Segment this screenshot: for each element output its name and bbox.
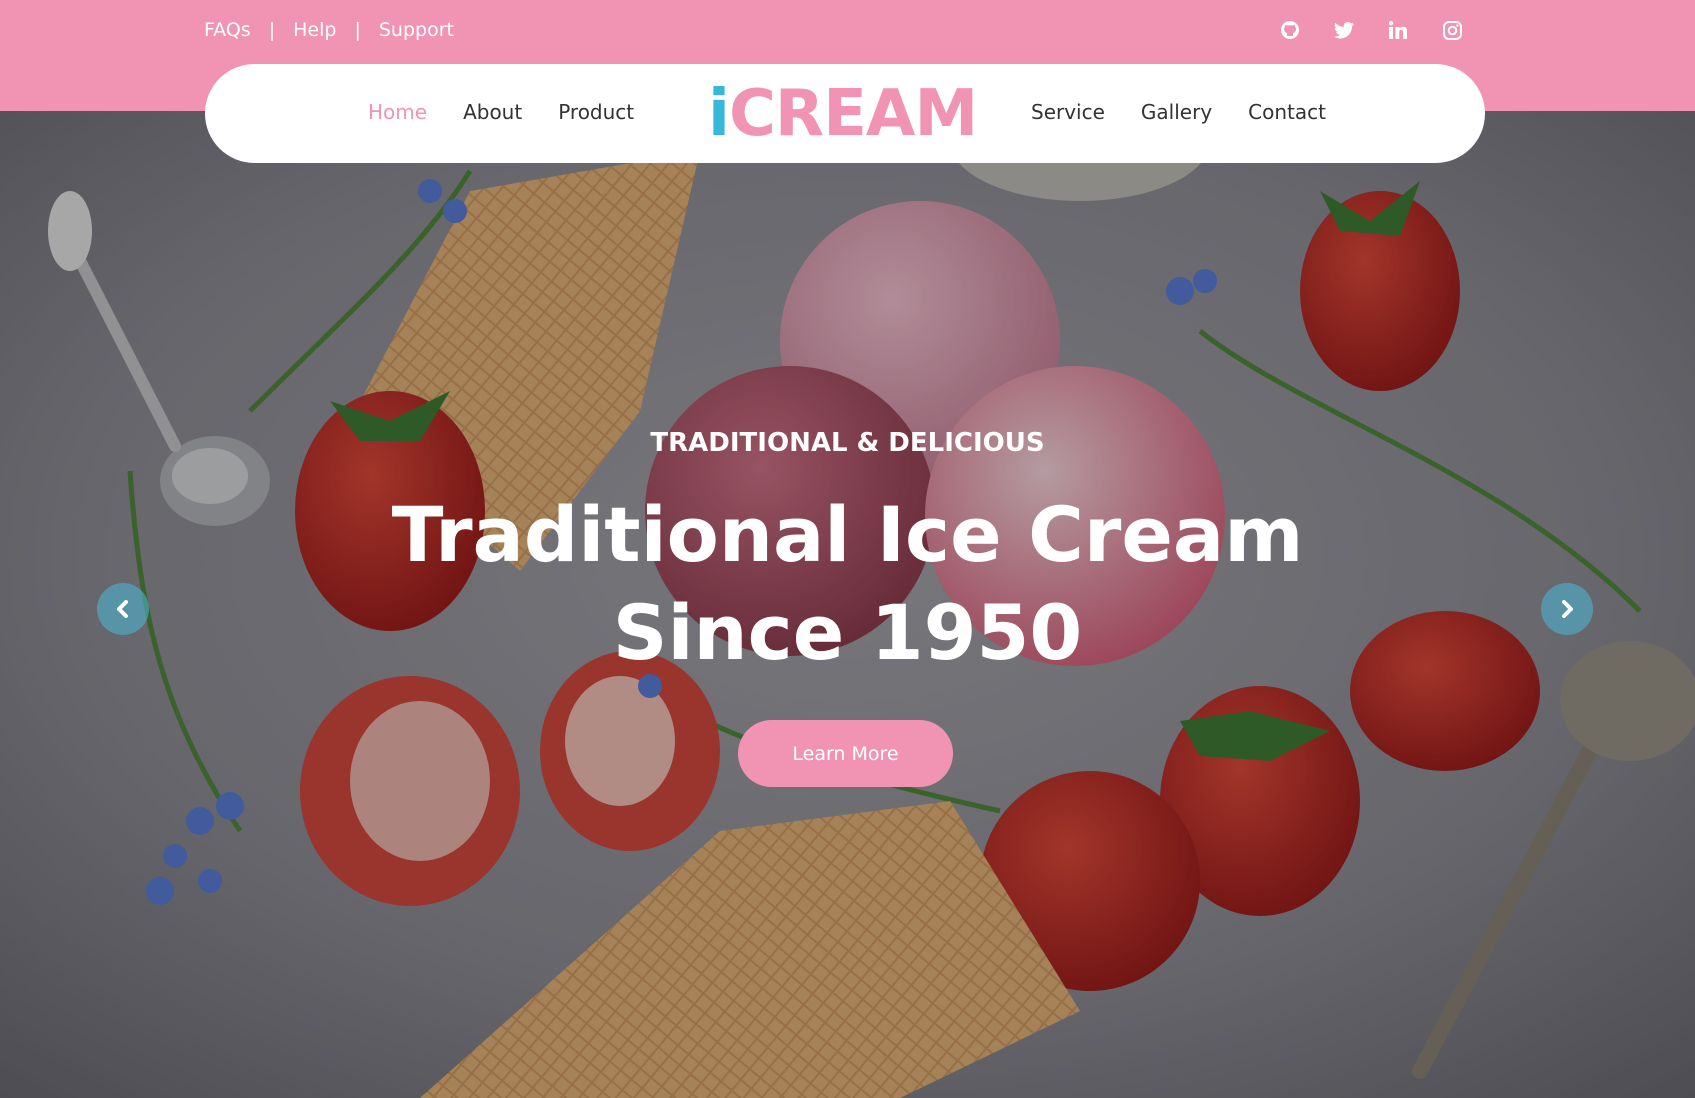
nav-item-home[interactable]: Home <box>368 100 427 124</box>
brand-logo[interactable]: iCREAM <box>708 74 978 154</box>
hero-headline: Traditional Ice Cream Since 1950 <box>0 486 1695 682</box>
nav-right-group: Service Gallery Contact <box>1031 100 1326 124</box>
nav-item-gallery[interactable]: Gallery <box>1141 100 1212 124</box>
faqs-link[interactable]: FAQs <box>204 19 251 41</box>
nav-item-about[interactable]: About <box>463 100 522 124</box>
instagram-icon[interactable] <box>1442 17 1462 43</box>
social-links <box>1280 17 1462 43</box>
hero-carousel: TRADITIONAL & DELICIOUS Traditional Ice … <box>0 111 1695 1098</box>
logo-letter-i: i <box>708 77 730 151</box>
nav-item-contact[interactable]: Contact <box>1248 100 1326 124</box>
chevron-right-icon <box>1562 600 1573 618</box>
hero-subtitle: TRADITIONAL & DELICIOUS <box>650 428 1045 458</box>
linkedin-icon[interactable] <box>1388 17 1408 43</box>
hero-headline-line1: Traditional Ice Cream <box>391 490 1304 579</box>
separator: | <box>354 19 361 41</box>
carousel-next-button[interactable] <box>1541 583 1593 635</box>
logo-text: CREAM <box>728 77 978 151</box>
nav-item-product[interactable]: Product <box>558 100 634 124</box>
nav-left-group: Home About Product <box>368 100 634 124</box>
support-link[interactable]: Support <box>379 19 454 41</box>
github-icon[interactable] <box>1280 17 1300 43</box>
nav-item-service[interactable]: Service <box>1031 100 1105 124</box>
twitter-icon[interactable] <box>1334 17 1354 43</box>
top-links: FAQs | Help | Support <box>204 19 454 41</box>
main-navbar: Home About Product iCREAM Service Galler… <box>205 64 1485 163</box>
carousel-prev-button[interactable] <box>97 583 149 635</box>
learn-more-button[interactable]: Learn More <box>738 720 953 787</box>
hero-headline-line2: Since 1950 <box>612 588 1083 677</box>
separator: | <box>268 19 276 41</box>
help-link[interactable]: Help <box>293 19 336 41</box>
chevron-left-icon <box>117 600 128 618</box>
